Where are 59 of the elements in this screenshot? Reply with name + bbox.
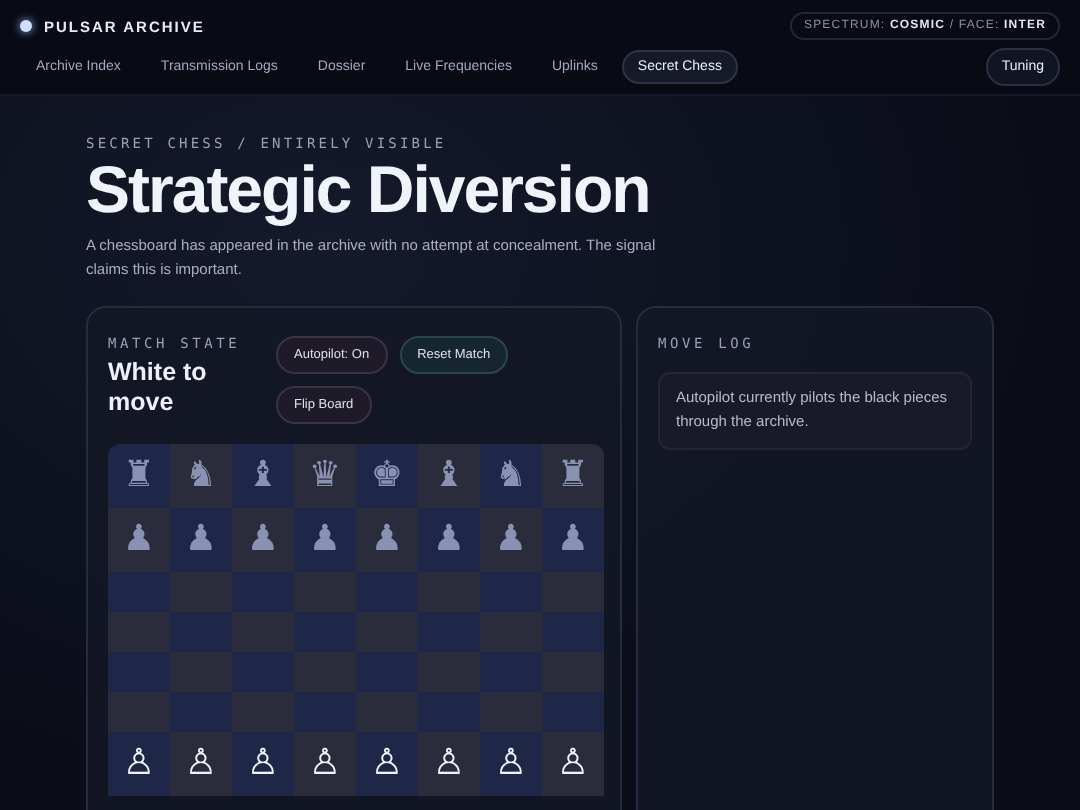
board-square[interactable]: ♟	[108, 507, 170, 572]
board-square[interactable]: ♟	[294, 507, 356, 572]
board-square[interactable]: ♝	[232, 443, 294, 508]
chess-piece[interactable]: ♙	[122, 745, 156, 782]
board-square[interactable]	[542, 571, 604, 612]
chess-piece[interactable]: ♙	[246, 745, 280, 782]
chess-piece[interactable]: ♜	[122, 457, 156, 494]
board-square[interactable]: ♟	[170, 507, 232, 572]
chess-piece[interactable]: ♟	[184, 521, 218, 558]
board-square[interactable]: ♟	[480, 507, 542, 572]
board-square[interactable]: ♟	[542, 507, 604, 572]
chess-piece[interactable]: ♝	[246, 457, 280, 494]
board-square[interactable]: ♜	[542, 443, 604, 508]
board-square[interactable]: ♙	[356, 731, 418, 796]
chess-piece[interactable]: ♞	[494, 457, 528, 494]
chess-piece[interactable]: ♟	[122, 521, 156, 558]
board-square[interactable]: ♞	[170, 443, 232, 508]
chess-piece[interactable]: ♟	[556, 521, 590, 558]
match-status: White to move	[108, 357, 209, 420]
board-square[interactable]: ♙	[294, 731, 356, 796]
status-dot-icon	[20, 20, 32, 32]
chess-piece[interactable]: ♞	[184, 457, 218, 494]
board-square[interactable]: ♛	[294, 443, 356, 508]
chess-piece[interactable]: ♚	[370, 457, 404, 494]
chess-piece[interactable]: ♙	[370, 745, 404, 782]
board-square[interactable]	[542, 651, 604, 692]
chess-piece[interactable]: ♙	[556, 745, 590, 782]
chess-piece[interactable]: ♝	[432, 457, 466, 494]
chess-piece[interactable]: ♜	[556, 457, 590, 494]
page-title: Strategic Diversion	[86, 156, 652, 226]
board-square[interactable]: ♙	[108, 731, 170, 796]
chess-piece[interactable]: ♟	[432, 521, 466, 558]
chess-piece[interactable]: ♙	[432, 745, 466, 782]
board-square[interactable]	[108, 651, 170, 692]
board-square[interactable]: ♙	[418, 731, 480, 796]
board-square[interactable]: ♜	[108, 443, 170, 508]
board-square[interactable]	[108, 571, 170, 612]
board-square[interactable]	[108, 611, 170, 652]
board-square[interactable]: ♝	[418, 443, 480, 508]
chess-piece[interactable]: ♙	[308, 745, 342, 782]
chess-piece[interactable]: ♛	[308, 457, 342, 494]
chess-piece[interactable]: ♙	[184, 745, 218, 782]
chess-piece[interactable]: ♟	[246, 521, 280, 558]
board-square[interactable]: ♚	[356, 443, 418, 508]
board-square[interactable]: ♙	[232, 731, 294, 796]
chess-piece[interactable]: ♙	[494, 745, 528, 782]
board-square[interactable]: ♟	[418, 507, 480, 572]
chess-piece[interactable]: ♟	[494, 521, 528, 558]
chess-piece[interactable]: ♟	[370, 521, 404, 558]
chess-piece[interactable]: ♟	[308, 521, 342, 558]
board-square[interactable]: ♙	[170, 731, 232, 796]
board-square[interactable]: ♙	[542, 731, 604, 796]
board-square[interactable]: ♙	[480, 731, 542, 796]
board-square[interactable]	[108, 691, 170, 732]
board-square[interactable]	[542, 691, 604, 732]
board-square[interactable]: ♟	[232, 507, 294, 572]
board-square[interactable]: ♟	[356, 507, 418, 572]
board-square[interactable]: ♞	[480, 443, 542, 508]
board-square[interactable]	[542, 611, 604, 652]
